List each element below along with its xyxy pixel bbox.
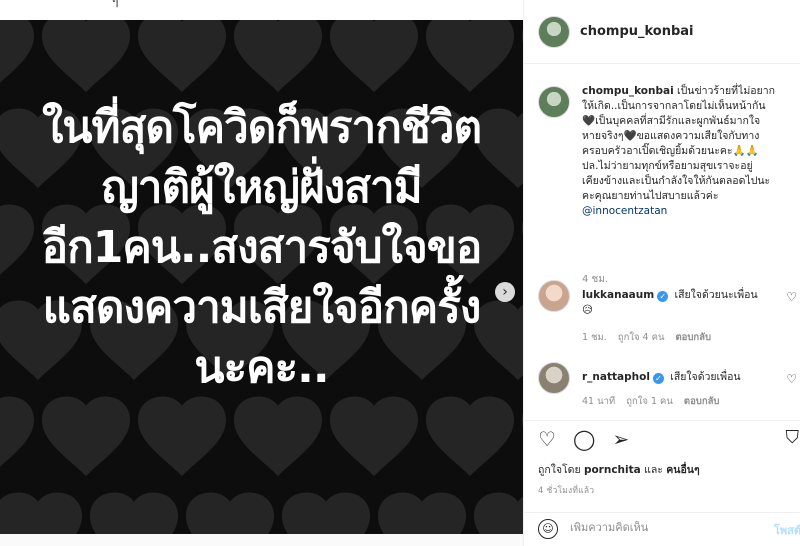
chevron-right-icon: › (502, 284, 508, 300)
liked-by-others[interactable]: คนอื่นๆ (666, 464, 699, 476)
liked-by-and: และ (644, 464, 663, 476)
heart-icon[interactable]: ♡ (786, 290, 797, 304)
comments-list[interactable]: chompu_konbai เป็นข่าวร้ายที่ไม่อยาก ให้… (524, 64, 800, 420)
posted-timestamp[interactable]: 4 ชั่วโมงที่แล้ว (538, 483, 594, 497)
comment-body: เสียใจด้วยนะเพื่อน (674, 289, 758, 301)
background-heart-shape (138, 396, 226, 476)
share-icon[interactable]: ➢ (613, 427, 630, 451)
media-bottom-edge (0, 534, 523, 546)
comment-meta: 1 ชม. ถูกใจ 4 คน ตอบกลับ (582, 330, 719, 345)
background-heart-shape (330, 20, 418, 92)
background-heart-shape (282, 492, 370, 534)
post-comment-button[interactable]: โพสต์ (774, 521, 800, 539)
comment-text: r_nattaphol ✓ เสียใจด้วยเพื่อน (582, 370, 772, 385)
avatar[interactable] (538, 16, 570, 48)
image-text-line: ญาติผู้ใหญ่ฝั่งสามี (101, 162, 422, 213)
background-heart-shape (138, 20, 226, 92)
post-header: chompu_konbai (524, 0, 800, 64)
caption-username[interactable]: chompu_konbai (582, 85, 674, 97)
caption-line: 🖤เป็นบุคคลที่สามีรักและผูกพันธ์มากใจ (582, 115, 761, 127)
image-text-line: แสดงความเสียใจอีกครั้ง (42, 282, 482, 333)
caption-line: เป็นข่าวร้ายที่ไม่อยาก (677, 85, 775, 97)
heart-icon[interactable]: ♡ (538, 427, 556, 451)
action-icons: ♡ ◯ ➢ (538, 427, 641, 451)
background-heart-shape (330, 396, 418, 476)
liked-by-line: ถูกใจโดย pornchita และ คนอื่นๆ (538, 461, 700, 478)
liked-by-user[interactable]: pornchita (584, 464, 641, 476)
comment-username[interactable]: r_nattaphol (582, 371, 650, 383)
background-heart-shape (90, 492, 178, 534)
caption-line: ปล.ไม่ว่ายามทุกข์หรือยามสุขเราจะอยู่ (582, 160, 753, 172)
comment-body-emoji: 😥 (582, 304, 593, 316)
caption-line: หายจริงๆ🖤ขอแสดงความเสียใจกับทาง (582, 130, 760, 142)
avatar[interactable] (538, 280, 570, 312)
comment-text: lukkanaaum ✓ เสียใจด้วยนะเพื่อน 😥 (582, 288, 772, 318)
reply-button[interactable]: ตอบกลับ (684, 396, 720, 407)
background-heart-shape (0, 20, 34, 83)
comment-icon[interactable]: ◯ (573, 427, 595, 451)
image-text-line: ในที่สุดโควิดก็พรากชีวิต (41, 102, 482, 153)
next-image-button[interactable]: › (495, 282, 515, 302)
header-username[interactable]: chompu_konbai (580, 24, 694, 39)
background-heart-shape (0, 396, 34, 467)
avatar[interactable] (538, 362, 570, 394)
comment-likes[interactable]: ถูกใจ 4 คน (618, 332, 665, 343)
caption-line: ครอบครัวอาเปิ๊ดเชิญยิ้มด้วยนะคะ🙏🙏 (582, 145, 759, 157)
caption-text: chompu_konbai เป็นข่าวร้ายที่ไม่อยาก ให้… (582, 84, 800, 219)
image-text-line: นะคะ.. (194, 342, 329, 393)
comment-input[interactable] (570, 521, 760, 534)
background-heart-shape (474, 492, 523, 534)
image-text-line: อีก1คน..สงสารจับใจขอ (41, 222, 483, 273)
mention-link[interactable]: @innocentzatan (582, 205, 667, 217)
comment-row: lukkanaaum ✓ เสียใจด้วยนะเพื่อน 😥 ♡ 1 ชม.… (538, 280, 800, 350)
comment-likes[interactable]: ถูกใจ 1 คน (626, 396, 673, 407)
background-heart-shape (234, 396, 322, 476)
background-heart-shape (42, 20, 130, 92)
comment-time[interactable]: 1 ชม. (582, 332, 607, 343)
verified-badge-icon: ✓ (652, 373, 664, 384)
reply-button[interactable]: ตอบกลับ (676, 332, 712, 343)
liked-by-prefix: ถูกใจโดย (538, 464, 581, 476)
background-heart-shape (234, 20, 322, 92)
comment-body: เสียใจด้วยเพื่อน (670, 371, 741, 383)
comment-meta: 41 นาที ถูกใจ 1 คน ตอบกลับ (582, 394, 727, 409)
background-heart-shape (0, 492, 82, 534)
comment-time[interactable]: 41 นาที (582, 396, 615, 407)
top-text-fragment: ๆ (112, 0, 119, 8)
post-image-text: ในที่สุดโควิดก็พรากชีวิต ญาติผู้ใหญ่ฝั่ง… (0, 98, 523, 398)
emoji-icon[interactable]: ☺ (538, 519, 558, 539)
background-heart-shape (42, 396, 130, 476)
post-side-panel: chompu_konbai chompu_konbai เป็นข่าวร้าย… (523, 0, 800, 546)
caption-line: คะคุณยายท่านไปสบายแล้วค่ะ (582, 190, 719, 202)
comment-row: r_nattaphol ✓ เสียใจด้วยเพื่อน ♡ 41 นาที … (538, 362, 800, 420)
background-heart-shape (426, 396, 514, 476)
post-image[interactable]: ในที่สุดโควิดก็พรากชีวิต ญาติผู้ใหญ่ฝั่ง… (0, 20, 523, 534)
background-heart-shape (186, 492, 274, 534)
heart-icon[interactable]: ♡ (786, 372, 797, 386)
bookmark-icon[interactable]: ⛉ (786, 427, 800, 448)
background-heart-shape (378, 492, 466, 534)
background-heart-shape (426, 20, 514, 92)
post-actions: ♡ ◯ ➢ ⛉ ถูกใจโดย pornchita และ คนอื่นๆ 4… (524, 420, 800, 512)
avatar[interactable] (538, 86, 570, 118)
comment-username[interactable]: lukkanaaum (582, 289, 654, 301)
add-comment-bar: ☺ โพสต์ (524, 512, 800, 546)
caption-line: เคียงข้างและเป็นกำลังใจให้กันตลอดไปนะ (582, 175, 771, 187)
verified-badge-icon: ✓ (657, 291, 669, 302)
caption-line: ให้เกิด..เป็นการจากลาโดยไม่เห็นหน้ากัน (582, 100, 766, 112)
